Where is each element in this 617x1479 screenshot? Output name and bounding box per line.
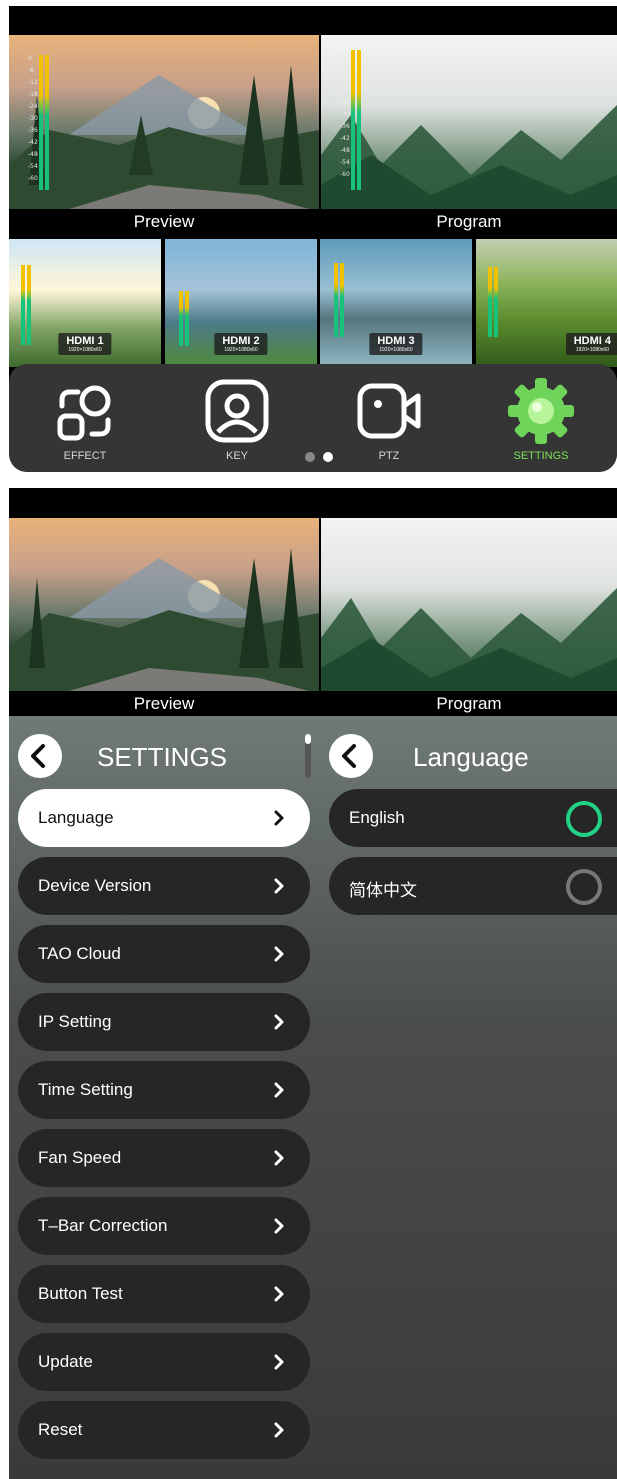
- settings-scrollbar[interactable]: [305, 734, 311, 778]
- program-monitor[interactable]: 0 -6 -12 -18 -24 -30 -36 -42 -48 -54 -60: [321, 35, 617, 209]
- forest-landscape-image: [9, 548, 319, 691]
- preview-monitor[interactable]: 0 -6 -12 -18 -24 -30 -36 -42 -48 -54 -60: [9, 35, 319, 209]
- settings-item-label: T–Bar Correction: [38, 1216, 168, 1235]
- key-icon: [205, 379, 269, 443]
- settings-button[interactable]: SETTINGS: [465, 364, 617, 472]
- key-label: KEY: [225, 450, 248, 462]
- input-label: HDMI 2 1920×1080x60: [214, 333, 268, 355]
- program-label: Program: [436, 694, 502, 713]
- language-panel: Language English 简体中文: [319, 716, 617, 1479]
- settings-screen: Preview Program SETTINGS Language Device …: [9, 488, 617, 1479]
- language-title: Language: [413, 742, 529, 772]
- ptz-label: PTZ: [378, 450, 400, 462]
- program-audio-meter: [351, 50, 361, 190]
- chevron-right-icon: [274, 810, 284, 826]
- settings-item-label: Fan Speed: [38, 1148, 122, 1167]
- input-label: HDMI 4 1920×1080x60: [565, 333, 617, 355]
- input-audio-meter: [21, 265, 31, 345]
- chevron-left-icon: [342, 744, 356, 768]
- chevron-right-icon: [274, 1422, 284, 1438]
- key-button[interactable]: KEY: [161, 364, 313, 472]
- chevron-right-icon: [274, 1286, 284, 1302]
- program-monitor[interactable]: [321, 518, 617, 691]
- input-audio-meter: [334, 263, 344, 337]
- input-label: HDMI 3 1920×1080x60: [369, 333, 423, 355]
- settings-item-t-bar-correction[interactable]: T–Bar Correction: [18, 1197, 310, 1255]
- program-label: Program: [436, 212, 502, 231]
- language-radio[interactable]: [566, 869, 602, 905]
- settings-item-button-test[interactable]: Button Test: [18, 1265, 310, 1323]
- settings-item-label: Button Test: [38, 1284, 123, 1303]
- misty-forest-image: [321, 588, 617, 691]
- chevron-left-icon: [31, 744, 45, 768]
- input-audio-meter: [488, 267, 498, 337]
- settings-panel: SETTINGS Language Device Version TAO Cloud…: [9, 716, 319, 1479]
- language-radio[interactable]: [566, 801, 602, 837]
- input-audio-meter: [179, 291, 189, 346]
- language-option[interactable]: English: [329, 789, 617, 847]
- preview-monitor[interactable]: [9, 518, 319, 691]
- page-dot-2[interactable]: [323, 452, 333, 462]
- chevron-right-icon: [274, 1354, 284, 1370]
- language-option-label: 简体中文: [349, 881, 417, 900]
- settings-item-fan-speed[interactable]: Fan Speed: [18, 1129, 310, 1187]
- page-dot-1[interactable]: [305, 452, 315, 462]
- gear-icon: [508, 378, 574, 444]
- chevron-right-icon: [274, 946, 284, 962]
- settings-item-device-version[interactable]: Device Version: [18, 857, 310, 915]
- input-thumb-hdmi-2[interactable]: HDMI 2 1920×1080x60: [165, 239, 317, 367]
- settings-item-label: Update: [38, 1352, 93, 1371]
- chevron-right-icon: [274, 1082, 284, 1098]
- preview-label: Preview: [133, 212, 195, 231]
- ptz-button[interactable]: PTZ: [313, 364, 465, 472]
- preview-meter-scale: 0 -6 -12 -18 -24 -30 -36 -42 -48 -54 -60: [28, 55, 38, 182]
- settings-item-label: IP Setting: [38, 1012, 112, 1031]
- settings-item-label: Device Version: [38, 876, 152, 895]
- language-back-button[interactable]: [329, 734, 373, 778]
- preview-label: Preview: [133, 694, 195, 713]
- program-meter-scale: 0 -6 -12 -18 -24 -30 -36 -42 -48 -54 -60: [340, 51, 350, 178]
- effect-button[interactable]: EFFECT: [9, 364, 161, 472]
- language-option-label: English: [349, 808, 405, 827]
- settings-item-label: Time Setting: [38, 1080, 133, 1099]
- input-thumb-hdmi-3[interactable]: HDMI 3 1920×1080x60: [320, 239, 472, 367]
- effect-icon: [57, 385, 111, 441]
- settings-item-reset[interactable]: Reset: [18, 1401, 310, 1459]
- chevron-right-icon: [274, 878, 284, 894]
- settings-item-ip-setting[interactable]: IP Setting: [18, 993, 310, 1051]
- input-label: HDMI 1 1920×1080x60: [58, 333, 112, 355]
- misty-forest-image: [321, 105, 617, 209]
- settings-back-button[interactable]: [18, 734, 62, 778]
- settings-item-language[interactable]: Language: [18, 789, 310, 847]
- settings-item-label: Reset: [38, 1420, 83, 1439]
- forest-landscape-image: [9, 65, 319, 209]
- settings-item-time-setting[interactable]: Time Setting: [18, 1061, 310, 1119]
- language-option[interactable]: 简体中文: [329, 857, 617, 915]
- chevron-right-icon: [274, 1218, 284, 1234]
- chevron-right-icon: [274, 1150, 284, 1166]
- preview-audio-meter: [39, 55, 49, 190]
- settings-item-label: TAO Cloud: [38, 944, 121, 963]
- chevron-right-icon: [274, 1014, 284, 1030]
- ptz-camera-icon: [357, 383, 421, 439]
- settings-title: SETTINGS: [97, 742, 228, 772]
- input-thumb-hdmi-1[interactable]: HDMI 1 1920×1080x60: [9, 239, 161, 367]
- switcher-home-screen: 0 -6 -12 -18 -24 -30 -36 -42 -48 -54 -60 Preview 0…: [9, 6, 617, 472]
- settings-item-update[interactable]: Update: [18, 1333, 310, 1391]
- input-thumb-hdmi-4[interactable]: HDMI 4 1920×1080x60: [476, 239, 617, 367]
- settings-item-label: Language: [38, 808, 114, 827]
- settings-item-tao-cloud[interactable]: TAO Cloud: [18, 925, 310, 983]
- settings-label: SETTINGS: [513, 450, 569, 462]
- effect-label: EFFECT: [63, 450, 107, 462]
